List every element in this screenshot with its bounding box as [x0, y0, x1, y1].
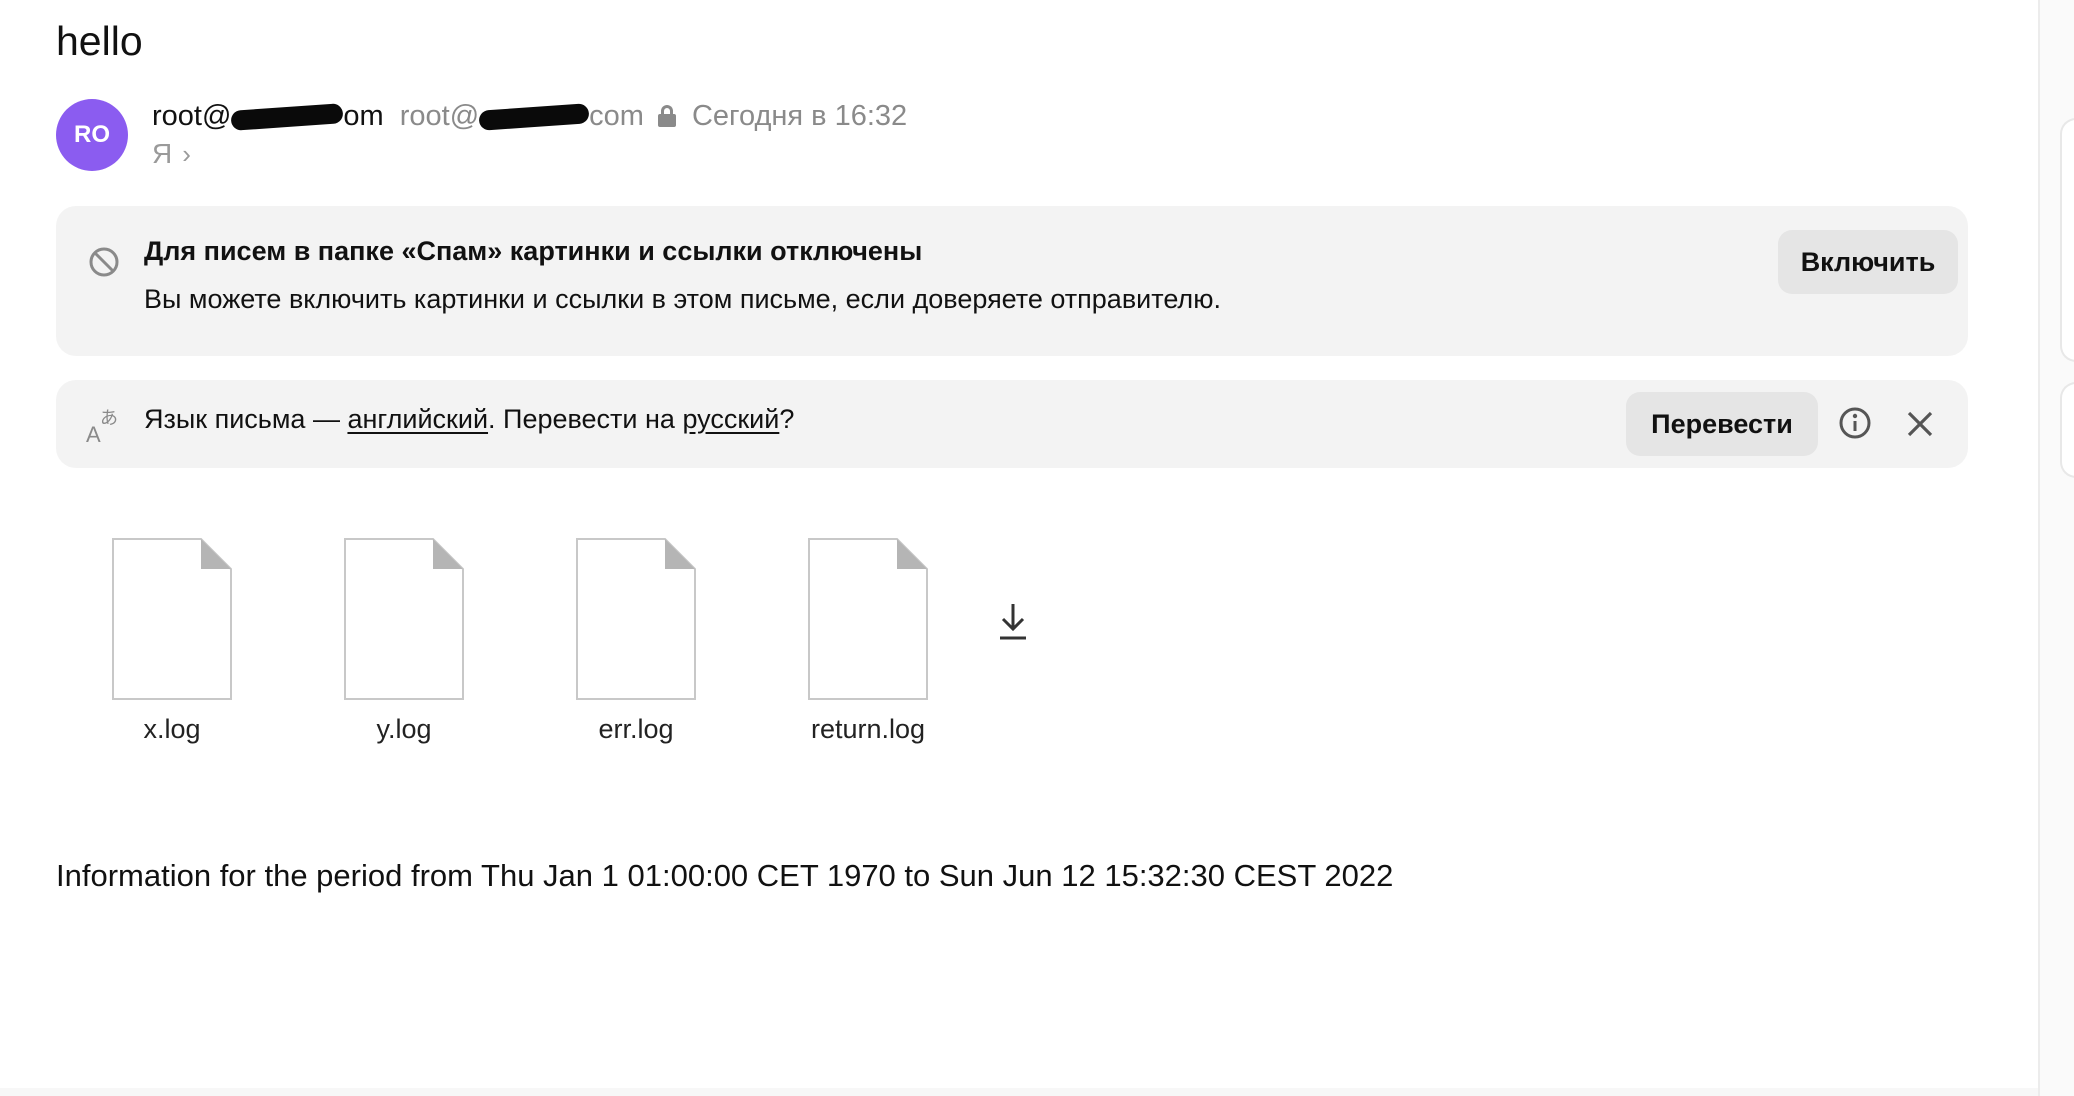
email-view: hello RO root@ om root@ com Сегодня в 16:3…: [0, 0, 2074, 1096]
recipient-line[interactable]: Я ›: [152, 138, 191, 170]
translate-banner: A あ Язык письма — английский. Перевести …: [56, 380, 1968, 468]
right-rail: [2038, 0, 2074, 1096]
translate-text-prefix: Язык письма —: [144, 404, 348, 434]
email-subject: hello: [56, 18, 143, 64]
block-icon: [89, 247, 119, 277]
sender-line: root@ om root@ com Сегодня в 16:32: [152, 98, 907, 134]
email-body: Information for the period from Thu Jan …: [56, 858, 1394, 893]
file-icon: [808, 538, 928, 700]
rail-tab[interactable]: [2060, 382, 2074, 478]
rail-tab[interactable]: [2060, 118, 2074, 362]
download-icon[interactable]: [996, 602, 1030, 642]
translate-text-suffix: ?: [779, 404, 795, 434]
target-language-link[interactable]: русский: [682, 404, 779, 434]
translate-icon: A あ: [86, 408, 118, 444]
sender-name-suffix: om: [343, 99, 384, 132]
translate-button[interactable]: Перевести: [1626, 392, 1818, 456]
svg-text:あ: あ: [100, 408, 118, 429]
sender-email-prefix: root@: [399, 99, 480, 132]
attachment-name: return.log: [810, 714, 926, 744]
source-language-link[interactable]: английский: [347, 404, 488, 434]
sender-avatar[interactable]: RO: [56, 99, 128, 171]
attachment-name: x.log: [143, 714, 201, 744]
spam-banner: Для писем в папке «Спам» картинки и ссыл…: [56, 206, 1968, 356]
attachment-name: y.log: [376, 714, 432, 744]
translate-message: Язык письма — английский. Перевести на р…: [144, 404, 794, 435]
sender-email-suffix: com: [589, 99, 644, 132]
redaction-mark: [478, 103, 590, 131]
attachment-name: err.log: [598, 714, 674, 744]
file-icon: [112, 538, 232, 700]
close-icon[interactable]: [1904, 408, 1936, 440]
translate-text-middle: . Перевести на: [488, 404, 683, 434]
file-icon: [576, 538, 696, 700]
chevron-right-icon: ›: [182, 138, 191, 169]
spam-banner-text: Вы можете включить картинки и ссылки в э…: [144, 284, 1221, 314]
info-icon[interactable]: [1838, 406, 1872, 440]
bottom-strip: [0, 1088, 2038, 1096]
avatar-initials: RO: [74, 121, 110, 148]
email-date: Сегодня в 16:32: [691, 99, 908, 132]
sender-name-prefix: root@: [152, 99, 232, 132]
spam-banner-title: Для писем в папке «Спам» картинки и ссыл…: [144, 236, 923, 266]
sender-name[interactable]: root@ om: [152, 100, 384, 133]
svg-text:A: A: [86, 422, 101, 444]
lock-icon: [657, 105, 676, 127]
enable-images-button[interactable]: Включить: [1778, 230, 1958, 294]
file-icon: [344, 538, 464, 700]
sender-email[interactable]: root@ com: [400, 100, 644, 133]
redaction-mark: [230, 102, 344, 131]
recipient-name: Я: [152, 138, 173, 169]
